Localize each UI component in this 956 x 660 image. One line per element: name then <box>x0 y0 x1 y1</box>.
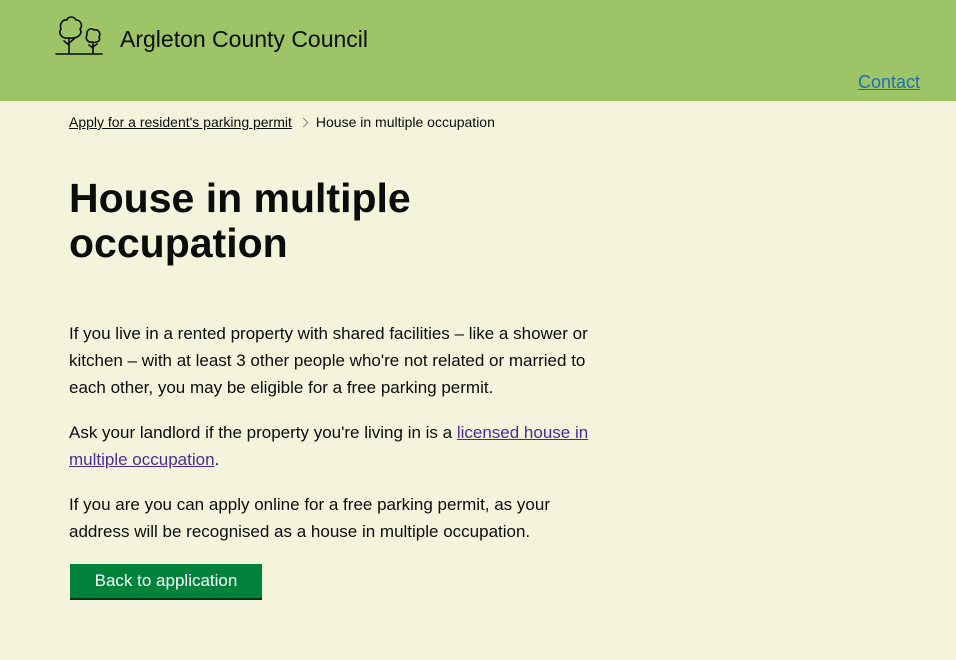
org-name[interactable]: Argleton County Council <box>120 24 368 54</box>
back-to-application-button[interactable]: Back to application <box>70 564 262 598</box>
breadcrumb-parent-link[interactable]: Apply for a resident's parking permit <box>69 112 292 132</box>
breadcrumb-current: House in multiple occupation <box>315 114 495 130</box>
trees-logo-icon[interactable] <box>55 14 103 56</box>
site-header: Argleton County Council Contact <box>0 0 956 101</box>
contact-link[interactable]: Contact <box>858 70 920 94</box>
page-title: House in multiple occupation <box>69 175 411 266</box>
landlord-paragraph: Ask your landlord if the property you're… <box>69 419 609 473</box>
landlord-text-end: . <box>214 450 220 469</box>
eligibility-paragraph: If you live in a rented property with sh… <box>69 324 588 397</box>
chevron-right-icon <box>298 117 309 127</box>
breadcrumb: Apply for a resident's parking permit Ho… <box>69 112 495 132</box>
landlord-text: Ask your landlord if the property you're… <box>69 423 457 442</box>
apply-paragraph: If you are you can apply online for a fr… <box>69 495 550 541</box>
